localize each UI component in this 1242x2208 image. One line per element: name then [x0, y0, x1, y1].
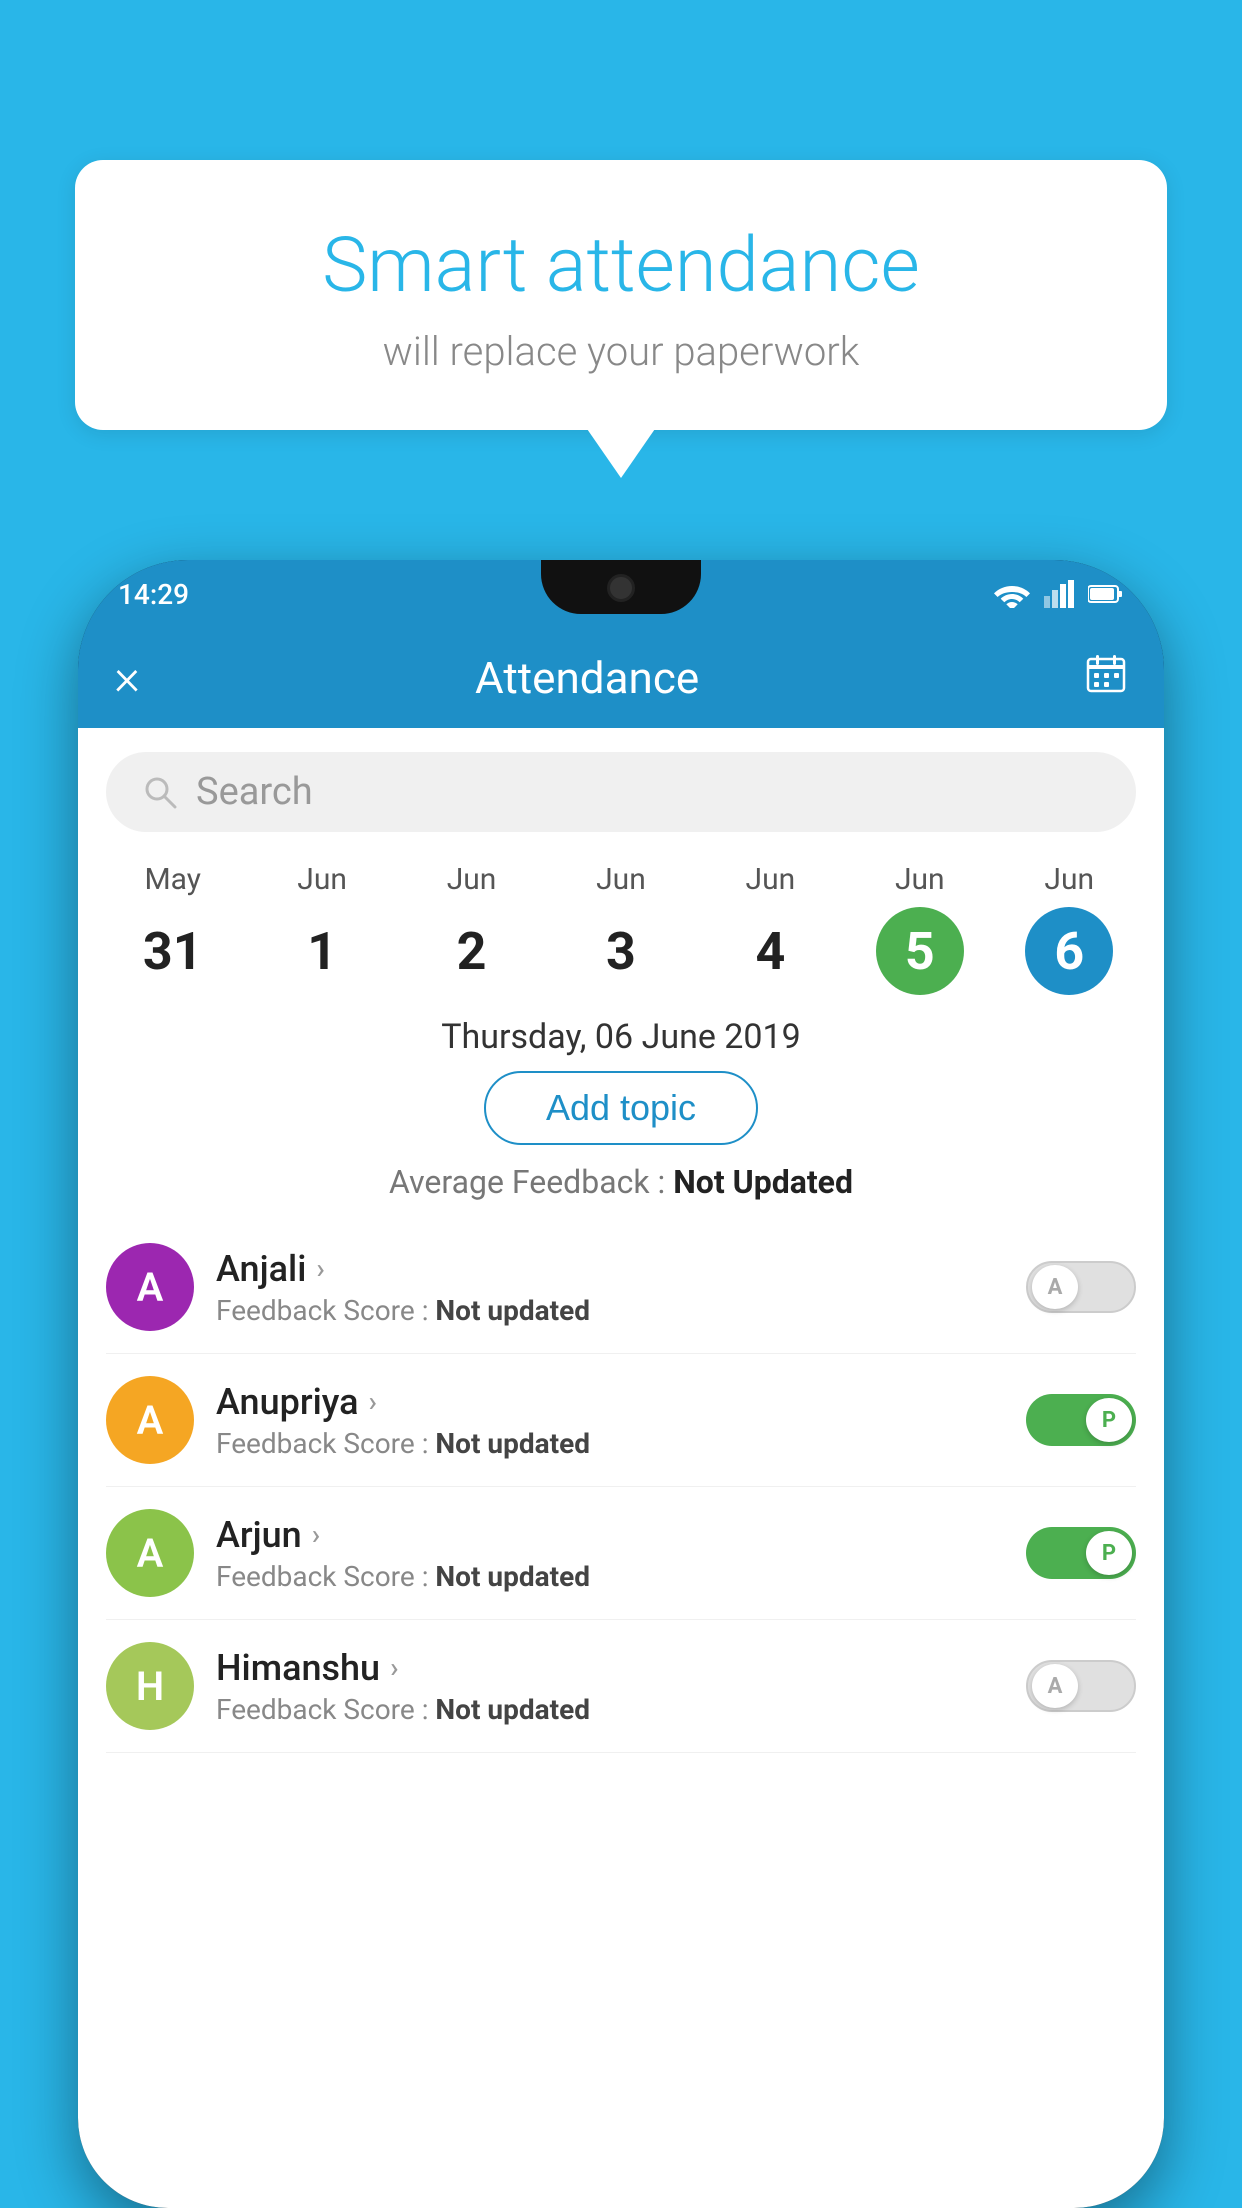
chevron-right-icon: › [316, 1252, 324, 1285]
cal-month-label: May [144, 862, 200, 897]
phone-notch [541, 560, 701, 614]
cal-month-label: Jun [746, 862, 796, 897]
cal-date-number[interactable]: 6 [1025, 907, 1113, 995]
feedback-label: Feedback Score : [216, 1693, 435, 1726]
app-bar: × Attendance [78, 628, 1164, 728]
bubble-title: Smart attendance [155, 220, 1087, 310]
avg-feedback-label: Average Feedback : [389, 1163, 673, 1201]
cal-date-number[interactable]: 5 [876, 907, 964, 995]
avatar: H [106, 1642, 194, 1730]
attendance-toggle[interactable]: P [1026, 1394, 1136, 1446]
feedback-score: Feedback Score : Not updated [216, 1693, 1004, 1726]
phone-camera [607, 574, 635, 602]
cal-date-number[interactable]: 4 [726, 907, 814, 995]
cal-date-number[interactable]: 31 [129, 907, 217, 995]
screen-content: Search May 31 Jun 1 Jun 2 Jun 3 Jun 4 Jun 5 Jun 6 Thu… [78, 728, 1164, 2208]
student-info: Himanshu › Feedback Score : Not updated [216, 1647, 1004, 1726]
cal-month-label: Jun [1044, 862, 1094, 897]
feedback-value: Not updated [435, 1427, 590, 1460]
feedback-label: Feedback Score : [216, 1427, 435, 1460]
toggle-thumb: P [1086, 1531, 1132, 1575]
calendar-day[interactable]: Jun 5 [876, 862, 964, 995]
chevron-right-icon: › [312, 1518, 320, 1551]
toggle-thumb: P [1086, 1398, 1132, 1442]
selected-date-label: Thursday, 06 June 2019 [78, 1017, 1164, 1057]
attendance-toggle[interactable]: A [1026, 1660, 1136, 1712]
calendar-strip: May 31 Jun 1 Jun 2 Jun 3 Jun 4 Jun 5 Jun 6 [78, 852, 1164, 995]
phone-frame: 14:29 × Attendance [78, 560, 1164, 2208]
student-info: Anjali › Feedback Score : Not updated [216, 1248, 1004, 1327]
close-button[interactable]: × [114, 653, 140, 703]
calendar-day[interactable]: Jun 6 [1025, 862, 1113, 995]
student-info: Arjun › Feedback Score : Not updated [216, 1514, 1004, 1593]
student-list: AAnjali ›Feedback Score : Not updatedAAA… [78, 1221, 1164, 1753]
cal-date-number[interactable]: 1 [278, 907, 366, 995]
add-topic-button[interactable]: Add topic [484, 1071, 758, 1145]
attendance-toggle-wrap[interactable]: P [1026, 1527, 1136, 1579]
cal-month-label: Jun [596, 862, 646, 897]
search-placeholder: Search [196, 770, 313, 814]
student-name[interactable]: Anjali › [216, 1248, 1004, 1290]
avg-feedback-value: Not Updated [673, 1163, 853, 1201]
calendar-day[interactable]: Jun 3 [577, 862, 665, 995]
toggle-thumb: A [1032, 1265, 1078, 1309]
student-name[interactable]: Anupriya › [216, 1381, 1004, 1423]
avatar: A [106, 1243, 194, 1331]
student-name-text: Anupriya [216, 1381, 359, 1423]
app-title: Attendance [140, 652, 1034, 704]
cal-date-number[interactable]: 3 [577, 907, 665, 995]
search-icon [142, 774, 178, 810]
student-name[interactable]: Arjun › [216, 1514, 1004, 1556]
signal-icon [1044, 580, 1074, 608]
search-bar[interactable]: Search [106, 752, 1136, 832]
toggle-thumb: A [1032, 1664, 1078, 1708]
calendar-day[interactable]: Jun 2 [428, 862, 516, 995]
student-name-text: Anjali [216, 1248, 306, 1290]
wifi-icon [994, 580, 1030, 608]
attendance-toggle-wrap[interactable]: A [1026, 1261, 1136, 1313]
feedback-score: Feedback Score : Not updated [216, 1294, 1004, 1327]
student-name-text: Arjun [216, 1514, 302, 1556]
calendar-icon[interactable] [1084, 651, 1128, 705]
attendance-toggle-wrap[interactable]: P [1026, 1394, 1136, 1446]
cal-month-label: Jun [447, 862, 497, 897]
attendance-toggle[interactable]: A [1026, 1261, 1136, 1313]
avatar: A [106, 1376, 194, 1464]
student-info: Anupriya › Feedback Score : Not updated [216, 1381, 1004, 1460]
avatar: A [106, 1509, 194, 1597]
feedback-label: Feedback Score : [216, 1294, 435, 1327]
calendar-day[interactable]: May 31 [129, 862, 217, 995]
attendance-toggle[interactable]: P [1026, 1527, 1136, 1579]
cal-month-label: Jun [895, 862, 945, 897]
chevron-right-icon: › [369, 1385, 377, 1418]
speech-bubble: Smart attendance will replace your paper… [75, 160, 1167, 430]
avg-feedback: Average Feedback : Not Updated [78, 1163, 1164, 1201]
student-name[interactable]: Himanshu › [216, 1647, 1004, 1689]
bubble-subtitle: will replace your paperwork [155, 328, 1087, 375]
calendar-day[interactable]: Jun 4 [726, 862, 814, 995]
feedback-label: Feedback Score : [216, 1560, 435, 1593]
feedback-score: Feedback Score : Not updated [216, 1427, 1004, 1460]
student-row[interactable]: A Arjun › Feedback Score : Not updated P [106, 1487, 1136, 1620]
calendar-day[interactable]: Jun 1 [278, 862, 366, 995]
status-icons [994, 580, 1124, 608]
chevron-right-icon: › [390, 1651, 398, 1684]
student-name-text: Himanshu [216, 1647, 380, 1689]
cal-date-number[interactable]: 2 [428, 907, 516, 995]
student-row[interactable]: H Himanshu › Feedback Score : Not updated A [106, 1620, 1136, 1753]
feedback-value: Not updated [435, 1560, 590, 1593]
feedback-score: Feedback Score : Not updated [216, 1560, 1004, 1593]
student-row[interactable]: A Anjali › Feedback Score : Not updated A [106, 1221, 1136, 1354]
feedback-value: Not updated [435, 1294, 590, 1327]
attendance-toggle-wrap[interactable]: A [1026, 1660, 1136, 1712]
student-row[interactable]: A Anupriya › Feedback Score : Not updated P [106, 1354, 1136, 1487]
status-time: 14:29 [118, 578, 189, 611]
feedback-value: Not updated [435, 1693, 590, 1726]
cal-month-label: Jun [297, 862, 347, 897]
battery-icon [1088, 583, 1124, 605]
